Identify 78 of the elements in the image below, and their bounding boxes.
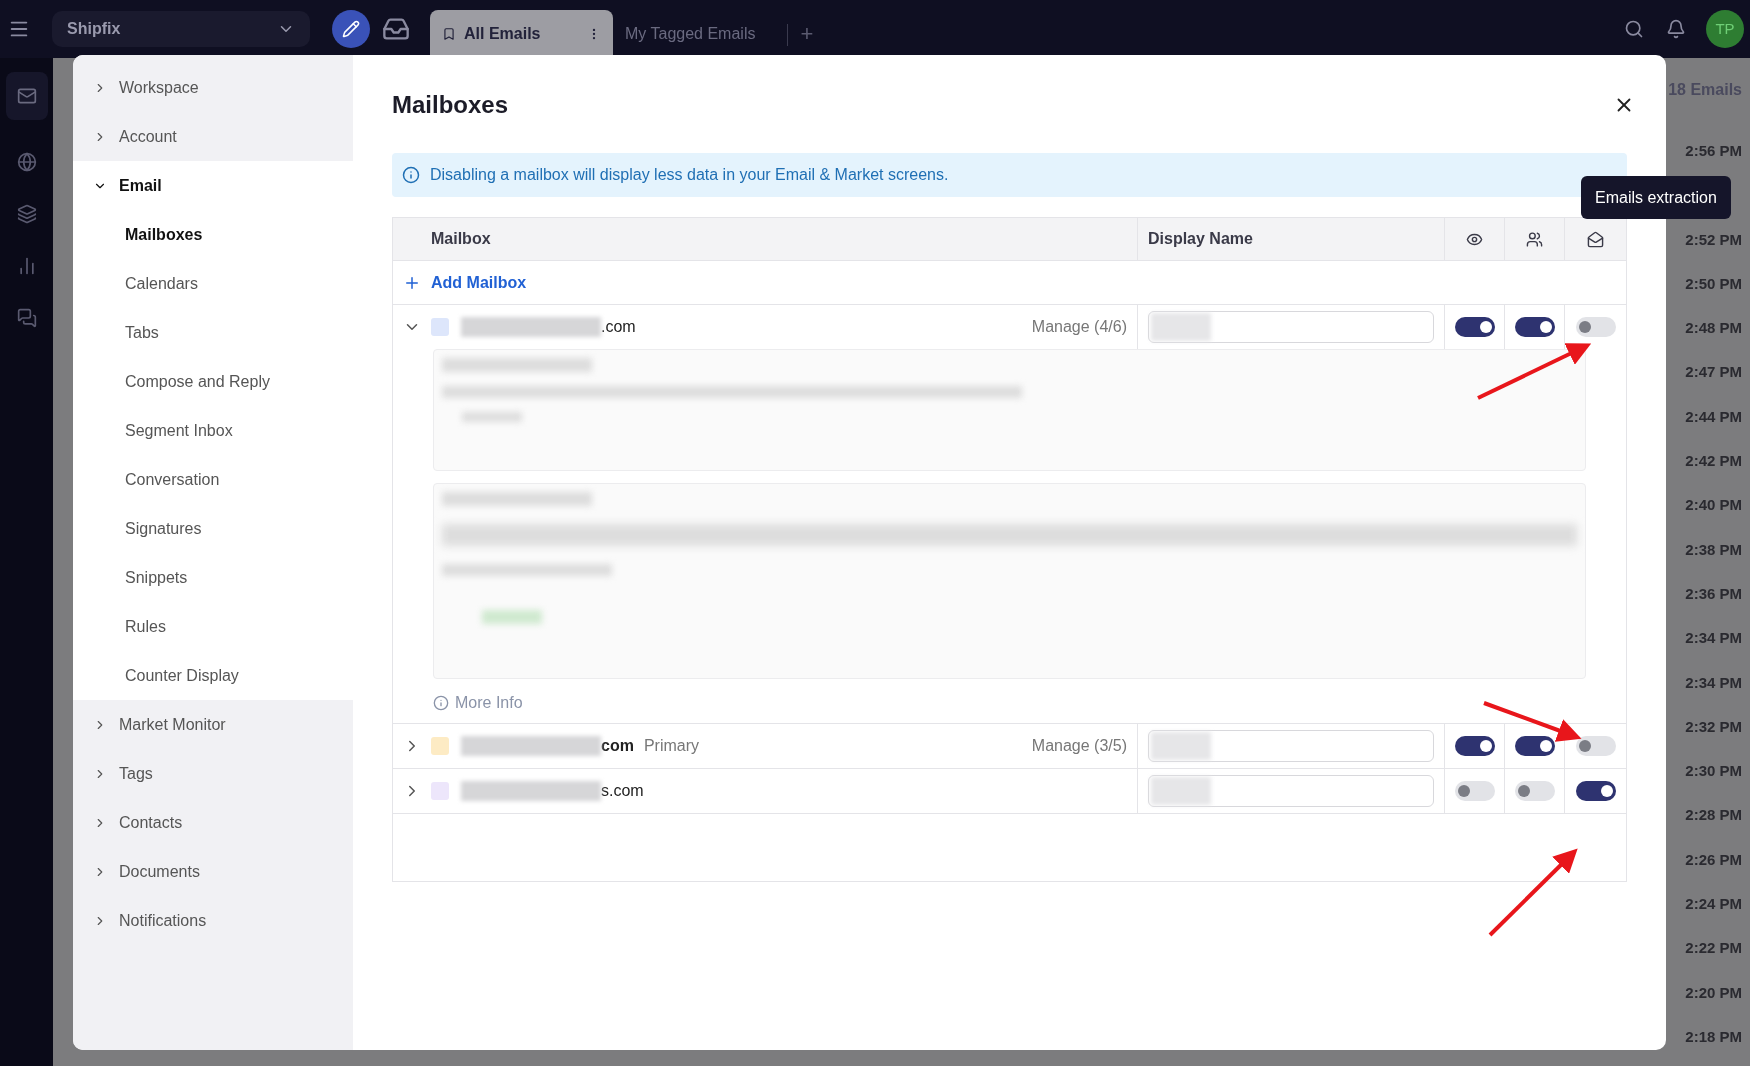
email-time: 2:34 PM — [1685, 672, 1742, 693]
toggle-switch[interactable] — [1514, 736, 1555, 756]
column-header: Mailbox — [393, 218, 1138, 260]
email-time: 2:50 PM — [1685, 273, 1742, 294]
toggle-switch[interactable] — [1454, 736, 1495, 756]
info-text: Disabling a mailbox will display less data in your Email & Market screens. — [430, 165, 949, 185]
primary-label: Primary — [643, 736, 699, 756]
tooltip: Emails extraction — [1581, 176, 1731, 219]
sidebar-item[interactable]: Documents — [73, 847, 353, 896]
info-icon — [433, 695, 449, 711]
tab[interactable]: All Emails — [430, 10, 613, 58]
sidebar-subitem[interactable]: Segment Inbox — [73, 406, 353, 455]
toggle-switch[interactable] — [1575, 781, 1616, 801]
sidebar-subitem[interactable]: Rules — [73, 602, 353, 651]
bookmark-icon — [442, 27, 456, 41]
email-time: 2:22 PM — [1685, 938, 1742, 959]
workspace-dropdown[interactable]: Shipfix — [52, 11, 310, 47]
email-time: 2:24 PM — [1685, 894, 1742, 915]
sidebar-item[interactable]: Notifications — [73, 896, 353, 945]
mailbox-address: s.com — [601, 781, 644, 801]
toggle-switch[interactable] — [1514, 317, 1555, 337]
email-time: 2:42 PM — [1685, 451, 1742, 472]
toggle-switch[interactable] — [1575, 736, 1616, 756]
sidebar-subitem[interactable]: Signatures — [73, 504, 353, 553]
sidebar-subitem[interactable]: Counter Display — [73, 651, 353, 700]
sidebar-item[interactable]: Tags — [73, 749, 353, 798]
display-name-field[interactable] — [1148, 775, 1434, 807]
add-mailbox-button[interactable]: Add Mailbox — [393, 261, 1626, 305]
email-time: 2:40 PM — [1685, 495, 1742, 516]
email-time: 2:34 PM — [1685, 628, 1742, 649]
layers-icon[interactable] — [16, 204, 37, 224]
mailbox-address: .com — [601, 317, 636, 337]
compose-button[interactable] — [332, 10, 370, 48]
column-header: Display Name — [1138, 218, 1445, 260]
sidebar-subitem[interactable]: Mailboxes — [73, 210, 353, 259]
people-icon — [1526, 230, 1543, 248]
sidebar-subitem[interactable]: Tabs — [73, 308, 353, 357]
sidebar-item[interactable]: Contacts — [73, 798, 353, 847]
email-time: 2:38 PM — [1685, 539, 1742, 560]
manage-link[interactable]: Manage (3/5) — [1031, 734, 1127, 758]
email-time: 2:30 PM — [1685, 761, 1742, 782]
email-time: 2:56 PM — [1685, 141, 1742, 161]
bell-icon[interactable] — [1666, 19, 1686, 39]
sidebar-item[interactable]: Account — [73, 112, 353, 161]
toggle-switch[interactable] — [1575, 317, 1616, 337]
info-icon — [402, 166, 420, 184]
email-time: 2:52 PM — [1685, 229, 1742, 250]
email-time: 2:48 PM — [1685, 318, 1742, 339]
manage-link[interactable]: Manage (4/6) — [1031, 315, 1127, 339]
email-time: 2:20 PM — [1685, 982, 1742, 1003]
email-time: 2:32 PM — [1685, 716, 1742, 737]
toggle-switch[interactable] — [1514, 781, 1555, 801]
tab[interactable]: My Tagged Emails — [613, 10, 768, 58]
email-time: 2:26 PM — [1685, 849, 1742, 870]
mail-icon[interactable] — [5, 72, 48, 120]
sidebar-subitem[interactable]: Compose and Reply — [73, 357, 353, 406]
dialog-title: Mailboxes — [392, 90, 509, 120]
email-time: 2:28 PM — [1685, 805, 1742, 826]
sidebar-subitem[interactable]: Conversation — [73, 455, 353, 504]
chat-icon[interactable] — [16, 308, 37, 328]
sidebar-item[interactable]: Workspace — [73, 63, 353, 112]
sidebar-item[interactable]: Email — [73, 161, 353, 210]
display-name-field[interactable] — [1148, 311, 1434, 343]
pencil-icon — [342, 20, 360, 38]
email-time: 2:47 PM — [1685, 362, 1742, 383]
sidebar-subitem[interactable]: Calendars — [73, 259, 353, 308]
mail-icon — [1587, 230, 1604, 248]
toggle-switch[interactable] — [1454, 317, 1495, 337]
email-time: 2:44 PM — [1685, 406, 1742, 427]
toggle-switch[interactable] — [1454, 781, 1495, 801]
globe-icon[interactable] — [16, 152, 37, 172]
email-time: 2:18 PM — [1685, 1026, 1742, 1047]
email-time: 2:36 PM — [1685, 583, 1742, 604]
mailbox-address: com — [601, 736, 634, 756]
search-icon[interactable] — [1624, 19, 1644, 39]
sidebar-item[interactable]: Market Monitor — [73, 700, 353, 749]
display-name-field[interactable] — [1148, 730, 1434, 762]
sidebar-subitem[interactable]: Snippets — [73, 553, 353, 602]
